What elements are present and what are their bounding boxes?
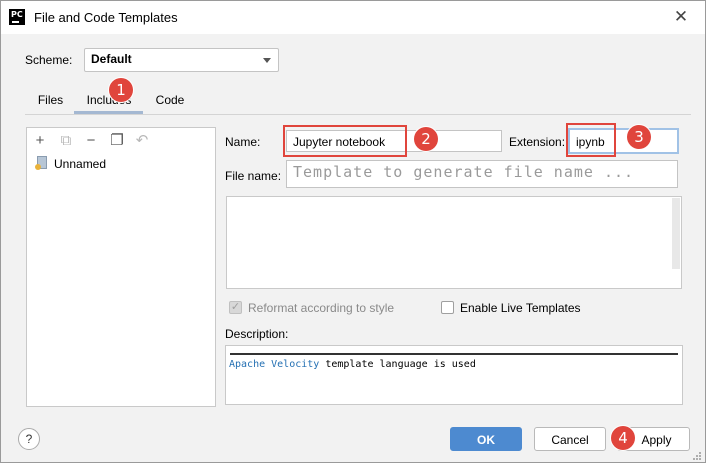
file-name-placeholder: Template to generate file name ... [293,163,635,181]
tabs-divider [25,114,691,115]
templates-list-panel: + ⧉ − ❐ ↶ Unnamed [26,127,216,407]
annotation-badge-1: 1 [109,78,133,102]
pycharm-app-icon: PC [9,9,25,25]
tab-files[interactable]: Files [31,93,70,115]
annotation-badge-4: 4 [611,426,635,450]
tab-code[interactable]: Code [148,93,192,115]
description-rest: template language is used [319,359,476,370]
editor-scrollbar[interactable] [672,198,680,269]
reformat-label: Reformat according to style [248,301,395,315]
ok-button[interactable]: OK [450,427,522,451]
close-icon[interactable]: ✕ [671,7,691,27]
annotation-badge-3: 3 [627,125,651,149]
name-value: Jupyter notebook [293,135,386,149]
resize-grip-icon[interactable] [693,451,702,460]
extension-field[interactable]: ipynb [568,128,679,154]
file-name-label: File name: [225,169,282,183]
scheme-value: Default [91,52,132,66]
duplicate-icon[interactable]: ❐ [107,131,127,151]
name-label: Name: [225,135,261,149]
scheme-select[interactable]: Default [84,48,279,72]
copy-template-icon[interactable]: ⧉ [56,131,76,151]
template-editor[interactable] [226,196,682,289]
extension-value: ipynb [576,135,605,149]
annotation-badge-2: 2 [414,127,438,151]
live-templates-label: Enable Live Templates [460,301,581,315]
description-panel: Apache Velocity template language is use… [225,345,683,405]
template-file-icon [35,156,47,170]
description-text: Apache Velocity template language is use… [229,359,476,370]
cancel-button[interactable]: Cancel [534,427,606,451]
list-item-label: Unnamed [54,157,107,171]
scheme-label: Scheme: [25,53,73,67]
reformat-checkbox[interactable]: ✓ [229,301,242,314]
add-icon[interactable]: + [30,131,50,151]
help-button[interactable]: ? [18,428,40,450]
file-and-code-templates-dialog: PC File and Code Templates ✕ Scheme: Def… [0,0,706,463]
description-label: Description: [225,327,289,341]
extension-label: Extension: [509,135,566,149]
chevron-down-icon [263,58,271,63]
name-field[interactable]: Jupyter notebook [286,130,502,152]
window-title: File and Code Templates [34,10,178,25]
remove-icon[interactable]: − [81,131,101,151]
file-name-field[interactable]: Template to generate file name ... [286,160,678,188]
reset-icon[interactable]: ↶ [132,131,152,151]
apache-velocity-link[interactable]: Apache Velocity [229,359,319,370]
title-bar[interactable]: PC File and Code Templates ✕ [1,1,705,34]
description-rule [230,353,678,355]
live-templates-checkbox[interactable] [441,301,454,314]
